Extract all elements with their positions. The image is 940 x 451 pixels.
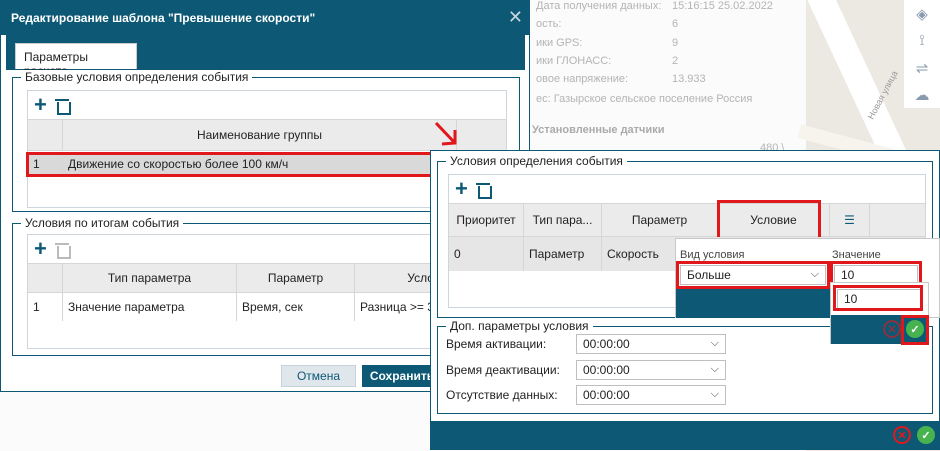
highlight-box [833, 285, 923, 311]
column-param-type[interactable]: Тип параметра [62, 264, 236, 292]
chevron-down-icon: ⌵ [710, 337, 719, 349]
base-toolbar: + [34, 93, 71, 117]
popup-footer [676, 289, 831, 318]
highlight-box [717, 200, 821, 240]
activation-time-select[interactable]: 00:00:00 ⌵ [576, 334, 726, 354]
condition-value-label: Значение [832, 249, 881, 261]
tab-calculation-params[interactable]: Параметры расчета [15, 43, 137, 78]
tab-strip: Параметры расчета [6, 35, 525, 78]
arrow-annotation-icon [434, 121, 457, 146]
row-number: 1 [33, 300, 40, 314]
param-cell: Время, сек [236, 293, 354, 321]
panel-action-bar: ✕ ✓ [431, 421, 939, 450]
delete-icon [54, 241, 71, 259]
chevron-down-icon: ⌵ [710, 388, 719, 400]
cancel-icon[interactable]: ✕ [883, 320, 901, 338]
delete-icon[interactable] [54, 97, 71, 115]
address-row: ес: Газырское сельское поселение Россия [536, 93, 753, 105]
condition-kind-label: Вид условия [680, 249, 745, 261]
column-priority[interactable]: Приоритет [449, 204, 523, 236]
priority-cell: 0 [454, 247, 461, 261]
grid-header: Приоритет Тип пара... Параметр Условие ☰ [449, 203, 925, 237]
info-row: Дата получения данных: 15:16:15 25.02.202… [536, 0, 773, 12]
dialog-titlebar: Редактирование шаблона "Превышение скоро… [1, 1, 529, 35]
info-row: овое напряжение: 13.933 [536, 73, 706, 85]
add-icon[interactable]: + [34, 238, 47, 260]
no-data-time-select[interactable]: 00:00:00 ⌵ [576, 385, 726, 405]
highlight-box [26, 152, 439, 177]
weather-icon[interactable]: ☁ [904, 81, 940, 108]
cancel-button[interactable]: Отмена [281, 365, 356, 387]
highlight-box [676, 261, 830, 289]
close-icon[interactable]: ✕ [508, 7, 523, 28]
deactivation-label: Время деактивации: [446, 363, 560, 377]
info-row: ики GPS: 9 [536, 37, 679, 49]
conditions-toolbar: + [455, 177, 492, 201]
result-toolbar: + [34, 237, 71, 261]
delete-icon[interactable] [475, 181, 492, 199]
extra-params-legend: Доп. параметры условия [446, 319, 593, 333]
chevron-down-icon: ⌵ [710, 363, 719, 375]
type-cell: Параметр [523, 237, 601, 271]
map-toolbar: ◈ ⟟ ⇌ ☁ [904, 0, 940, 108]
confirm-icon[interactable]: ✓ [917, 426, 935, 444]
info-row: ость: 6 [536, 18, 679, 30]
activation-label: Время активации: [446, 337, 547, 351]
sensors-title: Установленные датчики [532, 124, 665, 136]
add-icon[interactable]: + [455, 178, 468, 200]
layers-icon[interactable]: ◈ [904, 0, 940, 27]
result-conditions-legend: Условия по итогам события [21, 216, 184, 230]
value-confirm-popup: 10 ✕ ✓ [830, 282, 929, 345]
info-row: ики ГЛОНАСС: 2 [536, 55, 679, 67]
highlight-box [901, 315, 929, 345]
track-icon[interactable]: ⇌ [904, 54, 940, 81]
add-icon[interactable]: + [34, 94, 47, 116]
column-group-name[interactable]: Наименование группы [62, 120, 456, 150]
column-param[interactable]: Параметр [236, 264, 354, 292]
no-data-label: Отсутствие данных: [446, 388, 558, 402]
param-type-cell: Значение параметра [62, 293, 236, 321]
base-conditions-legend: Базовые условия определения события [21, 70, 253, 84]
column-settings-icon[interactable]: ☰ [829, 204, 869, 236]
column-param[interactable]: Параметр [601, 204, 717, 236]
event-conditions-legend: Условия определения события [446, 154, 627, 168]
column-type[interactable]: Тип пара... [523, 204, 601, 236]
route-icon[interactable]: ⟟ [904, 27, 940, 54]
cancel-icon[interactable]: ✕ [893, 426, 911, 444]
dialog-title: Редактирование шаблона "Превышение скоро… [11, 11, 316, 25]
deactivation-time-select[interactable]: 00:00:00 ⌵ [576, 360, 726, 380]
